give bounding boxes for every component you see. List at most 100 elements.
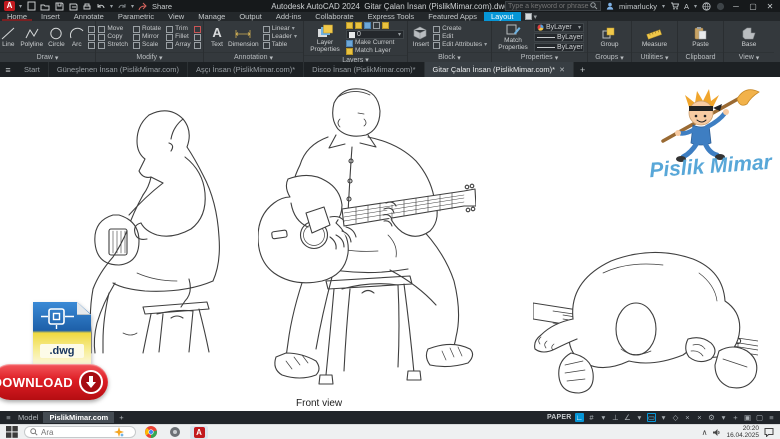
panel-label-block[interactable]: Block▾: [408, 52, 491, 62]
rectangle-icon[interactable]: [88, 26, 95, 33]
block-create-button[interactable]: Create: [433, 26, 487, 33]
volume-icon[interactable]: [712, 428, 721, 437]
base-button[interactable]: Base: [741, 26, 758, 49]
ribbon-state-switch[interactable]: ▾: [525, 13, 538, 21]
store-caret-icon[interactable]: ▾: [694, 3, 697, 10]
user-icon[interactable]: [606, 2, 614, 10]
file-tab-start[interactable]: Start: [16, 62, 49, 77]
panel-label-annotation[interactable]: Annotation▾: [204, 52, 303, 62]
tab-layout[interactable]: Layout: [484, 12, 521, 21]
osnap-caret-icon[interactable]: ▾: [659, 413, 668, 422]
annotation-scale-icon[interactable]: ×: [695, 413, 704, 422]
autodesk-app-icon[interactable]: A: [684, 2, 689, 11]
undo-caret-icon[interactable]: ▾: [110, 3, 113, 10]
action-center-icon[interactable]: [764, 427, 774, 437]
tab-addins[interactable]: Add-ins: [269, 12, 308, 21]
file-tab-gitar-calan[interactable]: Gitar Çalan İnsan (PislikMimar.com)*✕: [425, 62, 574, 77]
lineweight-toggle-icon[interactable]: ◇: [671, 413, 680, 422]
text-button[interactable]: AText: [210, 26, 224, 49]
panel-label-properties[interactable]: Properties▾: [492, 52, 587, 62]
gear-caret-icon[interactable]: ▾: [719, 413, 728, 422]
panel-label-utilities[interactable]: Utilities▾: [632, 52, 677, 62]
redo-caret-icon[interactable]: ▾: [131, 3, 134, 10]
search-icon[interactable]: [590, 2, 598, 10]
user-caret-icon[interactable]: ▾: [662, 3, 665, 10]
tab-annotate[interactable]: Annotate: [67, 12, 111, 21]
paste-button[interactable]: Paste: [691, 26, 710, 49]
model-paper-icon[interactable]: ∟: [575, 413, 584, 422]
selection-cycling-icon[interactable]: ×: [683, 413, 692, 422]
tray-expand-icon[interactable]: ∧: [702, 428, 708, 437]
layout-menu-icon[interactable]: ≡: [4, 413, 13, 422]
layer-lock-icon[interactable]: [364, 22, 371, 29]
clean-screen-icon[interactable]: ▢: [755, 413, 764, 422]
undo-icon[interactable]: [96, 1, 106, 11]
notification-icon[interactable]: [716, 2, 725, 11]
panel-label-clipboard[interactable]: Clipboard: [678, 52, 723, 62]
hatch-icon[interactable]: [88, 42, 95, 49]
maximize-button[interactable]: ▢: [747, 2, 759, 11]
make-current-button[interactable]: Make Current: [346, 40, 404, 47]
tab-featured-apps[interactable]: Featured Apps: [421, 12, 484, 21]
new-file-icon[interactable]: [26, 1, 36, 11]
array-button[interactable]: Array: [166, 42, 191, 49]
tab-manage[interactable]: Manage: [191, 12, 232, 21]
plot-icon[interactable]: [82, 1, 92, 11]
file-tab-disco[interactable]: Disco İnsan (PislikMimar.com)*: [304, 62, 424, 77]
tab-express-tools[interactable]: Express Tools: [361, 12, 422, 21]
line-button[interactable]: Line: [0, 26, 16, 49]
measure-button[interactable]: Measure: [641, 26, 668, 49]
layer-isolate-icon[interactable]: [373, 22, 380, 29]
offset-icon[interactable]: [194, 42, 201, 49]
arc-button[interactable]: Arc: [69, 26, 85, 49]
help-globe-icon[interactable]: [702, 2, 711, 11]
tab-collaborate[interactable]: Collaborate: [308, 12, 360, 21]
polyline-button[interactable]: Polyline: [19, 26, 44, 49]
panel-label-view[interactable]: View▾: [724, 52, 774, 62]
circle-button[interactable]: Circle: [47, 26, 66, 49]
erase-icon[interactable]: [194, 26, 201, 33]
panel-label-modify[interactable]: Modify▾: [96, 52, 203, 62]
file-tab-asci[interactable]: Aşçı İnsan (PislikMimar.com)*: [188, 62, 304, 77]
help-search-input[interactable]: [508, 3, 590, 10]
panel-label-layers[interactable]: Layers▾: [304, 55, 407, 62]
paper-space-toggle[interactable]: PAPER: [547, 414, 572, 421]
grid-icon[interactable]: #: [587, 413, 596, 422]
share-icon[interactable]: [138, 1, 148, 11]
app-store-cart-icon[interactable]: [670, 2, 679, 10]
mirror-button[interactable]: Mirror: [133, 34, 161, 41]
tab-parametric[interactable]: Parametric: [111, 12, 161, 21]
panel-label-draw[interactable]: Draw▾: [0, 52, 95, 62]
explode-icon[interactable]: [194, 34, 201, 41]
rotate-button[interactable]: Rotate: [133, 26, 161, 33]
new-layout-button[interactable]: +: [119, 413, 123, 422]
stretch-button[interactable]: Stretch: [98, 42, 128, 49]
download-button[interactable]: DOWNLOAD: [0, 364, 108, 400]
copy-button[interactable]: Copy: [98, 34, 128, 41]
minimize-button[interactable]: ─: [730, 2, 742, 11]
fillet-button[interactable]: Fillet: [166, 34, 191, 41]
app2-taskbar-button[interactable]: [166, 426, 184, 439]
color-combo[interactable]: ByLayer▾: [534, 23, 584, 32]
ellipse-icon[interactable]: [88, 34, 95, 41]
customization-icon[interactable]: ≡: [767, 413, 776, 422]
taskbar-search-box[interactable]: [24, 426, 136, 438]
share-label[interactable]: Share: [152, 2, 172, 11]
annotation-plus-icon[interactable]: +: [731, 413, 740, 422]
taskbar-clock[interactable]: 20:20 16.04.2025: [726, 425, 759, 439]
chrome-taskbar-button[interactable]: [142, 426, 160, 439]
polar-icon[interactable]: ∠: [623, 413, 632, 422]
polar-caret-icon[interactable]: ▾: [635, 413, 644, 422]
lineweight-combo[interactable]: ByLayer: [534, 33, 584, 42]
group-button[interactable]: Group: [599, 26, 619, 49]
redo-icon[interactable]: [117, 1, 127, 11]
save-icon[interactable]: [54, 1, 64, 11]
edit-attributes-button[interactable]: Edit Attributes▾: [433, 42, 487, 49]
block-edit-button[interactable]: Edit: [433, 34, 487, 41]
new-drawing-button[interactable]: +: [574, 65, 591, 75]
app-menu-caret-icon[interactable]: ▾: [19, 3, 22, 10]
tab-home[interactable]: Home: [0, 12, 34, 21]
snap-caret-icon[interactable]: ▾: [599, 413, 608, 422]
tab-insert[interactable]: Insert: [34, 12, 67, 21]
open-folder-icon[interactable]: [40, 1, 50, 11]
